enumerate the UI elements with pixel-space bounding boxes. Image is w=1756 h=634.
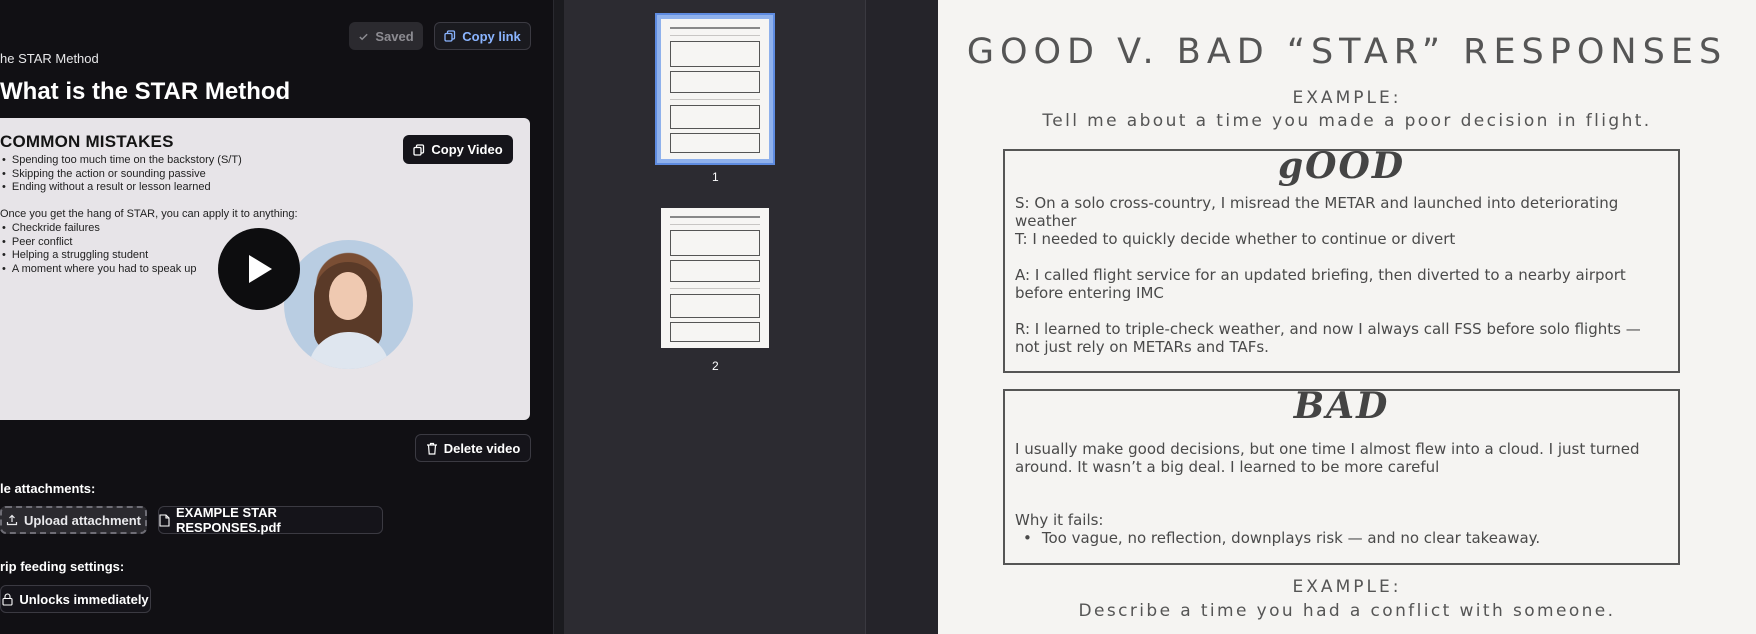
viewer-gutter <box>865 0 938 634</box>
attachment-file-name: EXAMPLE STAR RESPONSES.pdf <box>176 505 281 535</box>
video-player[interactable]: COMMON MISTAKES Spending too much time o… <box>0 118 530 420</box>
list-item: Checkride failures <box>2 222 197 236</box>
good-heading: gOOD <box>1277 145 1406 187</box>
lock-icon <box>2 592 13 606</box>
play-button[interactable] <box>218 228 300 310</box>
copy-link-label: Copy link <box>462 28 521 44</box>
attachments-label: le attachments: <box>0 481 96 496</box>
video-subheading: Once you get the hang of STAR, you can a… <box>0 208 298 220</box>
app-root: Saved Copy link he STAR Method What is t… <box>0 0 1756 634</box>
video-examples-list: Checkride failures Peer conflict Helping… <box>2 222 197 276</box>
delete-video-button[interactable]: Delete video <box>415 434 531 462</box>
example-question: Describe a time you had a conflict with … <box>1078 601 1616 621</box>
thumbnail-page-2[interactable] <box>661 208 769 348</box>
presenter-avatar <box>284 240 413 369</box>
good-response-box: gOOD S: On a solo cross-country, I misre… <box>1003 145 1680 373</box>
list-item: Skipping the action or sounding passive <box>2 168 242 182</box>
good-line: A: I called flight service for an update… <box>1015 266 1626 302</box>
check-icon <box>358 31 369 42</box>
copy-video-button[interactable]: Copy Video <box>403 135 513 164</box>
trash-icon <box>426 442 438 455</box>
copy-icon <box>444 30 456 42</box>
unlock-setting-button[interactable]: Unlocks immediately <box>0 585 151 613</box>
lesson-editor-panel: Saved Copy link he STAR Method What is t… <box>0 0 553 634</box>
copy-icon <box>413 143 425 156</box>
file-icon <box>159 513 170 527</box>
list-item: Peer conflict <box>2 236 197 250</box>
example-label: EXAMPLE: <box>1292 577 1402 597</box>
saved-label: Saved <box>375 28 414 44</box>
thumbnail-page-number: 1 <box>712 170 719 184</box>
good-line: R: I learned to triple-check weather, an… <box>1015 320 1641 356</box>
saved-button[interactable]: Saved <box>349 22 423 50</box>
bad-heading: BAD <box>1293 385 1390 427</box>
delete-video-label: Delete video <box>443 440 521 456</box>
list-item: Spending too much time on the backstory … <box>2 154 242 168</box>
list-item: Too vague, no reflection, downplays risk… <box>1015 529 1540 547</box>
example-question: Tell me about a time you made a poor dec… <box>1042 111 1652 131</box>
panel-divider[interactable] <box>553 0 564 634</box>
drip-feeding-label: rip feeding settings: <box>0 559 125 574</box>
unlock-setting-label: Unlocks immediately <box>19 591 149 607</box>
attachment-file-chip[interactable]: EXAMPLE STAR RESPONSES.pdf <box>158 505 383 535</box>
video-heading: COMMON MISTAKES <box>0 132 174 151</box>
copy-video-label: Copy Video <box>431 142 503 157</box>
why-fails-label: Why it fails: <box>1015 511 1104 529</box>
lesson-title[interactable]: What is the STAR Method <box>0 78 290 106</box>
thumbnail-page-1[interactable] <box>661 19 769 159</box>
good-line: T: I needed to quickly decide whether to… <box>1015 230 1456 248</box>
play-icon <box>244 253 274 285</box>
pdf-page-view[interactable]: GOOD V. BAD “STAR” RESPONSES EXAMPLE: Te… <box>938 0 1756 634</box>
bad-response-box: BAD I usually make good decisions, but o… <box>1003 385 1680 565</box>
list-item: Helping a struggling student <box>2 249 197 263</box>
upload-icon <box>6 514 18 526</box>
bad-text: I usually make good decisions, but one t… <box>1015 440 1640 476</box>
breadcrumb[interactable]: he STAR Method <box>0 51 99 66</box>
video-mistakes-list: Spending too much time on the backstory … <box>2 154 242 195</box>
thumbnail-page-number: 2 <box>712 359 719 373</box>
example-label: EXAMPLE: <box>1292 88 1402 108</box>
list-item: Ending without a result or lesson learne… <box>2 181 242 195</box>
pdf-title: GOOD V. BAD “STAR” RESPONSES <box>966 32 1728 72</box>
list-item: A moment where you had to speak up <box>2 263 197 277</box>
upload-attachment-button[interactable]: Upload attachment <box>0 506 147 534</box>
why-fails-list: Too vague, no reflection, downplays risk… <box>1015 529 1540 547</box>
good-line: S: On a solo cross-country, I misread th… <box>1015 194 1619 230</box>
upload-label: Upload attachment <box>23 512 141 528</box>
copy-link-button[interactable]: Copy link <box>434 22 531 50</box>
